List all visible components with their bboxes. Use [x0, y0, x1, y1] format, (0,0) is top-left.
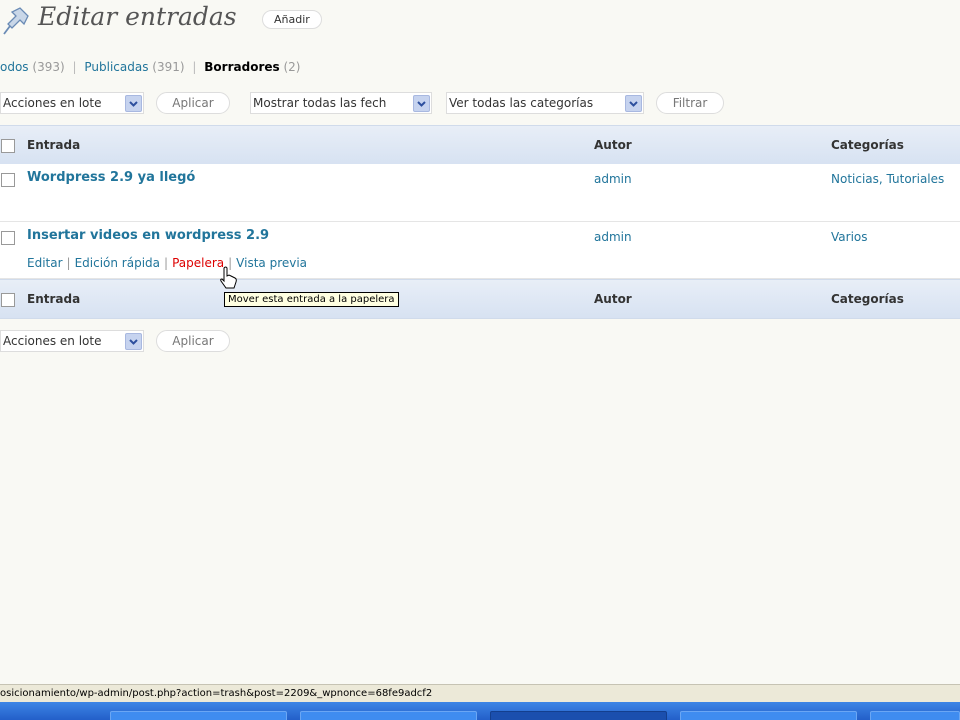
separator: |	[72, 60, 77, 74]
filter-all-link[interactable]: odos	[0, 60, 29, 74]
author-link[interactable]: admin	[594, 172, 632, 186]
table-row: Insertar videos en wordpress 2.9 admin V…	[0, 222, 960, 279]
date-filter-value: Mostrar todas las fech	[253, 96, 387, 110]
trash-link[interactable]: Papelera	[172, 256, 224, 270]
taskbar-button[interactable]	[680, 711, 857, 720]
preview-link[interactable]: Vista previa	[236, 256, 307, 270]
post-title-link[interactable]: Insertar videos en wordpress 2.9	[27, 228, 269, 243]
row-checkbox[interactable]	[1, 231, 15, 245]
pushpin-icon	[3, 7, 29, 35]
column-footer-author: Autor	[594, 292, 632, 306]
categories-link[interactable]: Varios	[831, 230, 868, 244]
separator: |	[164, 256, 169, 270]
category-filter-value: Ver todas las categorías	[449, 96, 594, 110]
bottom-tablenav: Acciones en lote Aplicar	[0, 330, 300, 352]
bulk-actions-value: Acciones en lote	[3, 334, 102, 348]
page-title: Editar entradas	[38, 2, 237, 31]
taskbar-button-active[interactable]	[490, 711, 667, 720]
quick-edit-link[interactable]: Edición rápida	[75, 256, 160, 270]
table-row: Wordpress 2.9 ya llegó admin Noticias, T…	[0, 164, 960, 222]
status-url: osicionamiento/wp-admin/post.php?action=…	[0, 688, 433, 699]
column-header-title[interactable]: Entrada	[27, 138, 80, 152]
filter-published-link[interactable]: Publicadas	[84, 60, 148, 74]
add-new-button[interactable]: Añadir	[262, 10, 322, 29]
category-filter-select[interactable]: Ver todas las categorías	[446, 92, 644, 114]
table-header: Entrada Autor Categorías	[0, 125, 960, 165]
filter-button[interactable]: Filtrar	[656, 92, 724, 114]
date-filter-select[interactable]: Mostrar todas las fech	[250, 92, 432, 114]
separator: |	[192, 60, 197, 74]
filter-drafts-count: (2)	[283, 60, 301, 74]
row-actions: Editar | Edición rápida | Papelera | Vista pre…	[27, 256, 307, 270]
hand-cursor-icon	[220, 266, 237, 289]
column-footer-title[interactable]: Entrada	[27, 292, 80, 306]
status-filter-links: odos (393) | Publicadas (391) | Borrador…	[0, 60, 300, 74]
taskbar-button[interactable]	[870, 711, 960, 720]
filter-drafts-link[interactable]: Borradores	[204, 60, 279, 74]
browser-status-bar: osicionamiento/wp-admin/post.php?action=…	[0, 684, 960, 703]
author-link[interactable]: admin	[594, 230, 632, 244]
bulk-actions-value: Acciones en lote	[3, 96, 102, 110]
apply-button[interactable]: Aplicar	[156, 92, 230, 114]
taskbar-button[interactable]	[300, 711, 477, 720]
filter-all-count: (393)	[32, 60, 65, 74]
select-all-checkbox[interactable]	[1, 139, 15, 153]
chevron-down-icon[interactable]	[625, 95, 642, 112]
apply-button-bottom[interactable]: Aplicar	[156, 330, 230, 352]
windows-taskbar	[0, 702, 960, 720]
post-title-link[interactable]: Wordpress 2.9 ya llegó	[27, 170, 195, 185]
column-footer-categories: Categorías	[831, 292, 904, 306]
column-header-categories: Categorías	[831, 138, 904, 152]
separator: |	[66, 256, 71, 270]
categories-link[interactable]: Noticias, Tutoriales	[831, 172, 944, 186]
select-all-checkbox[interactable]	[1, 293, 15, 307]
bulk-actions-select[interactable]: Acciones en lote	[0, 92, 144, 114]
row-checkbox[interactable]	[1, 173, 15, 187]
wp-admin-page: Editar entradas Añadir odos (393) | Publ…	[0, 0, 960, 720]
top-tablenav: Acciones en lote Aplicar Mostrar todas l…	[0, 92, 960, 114]
bulk-actions-select-bottom[interactable]: Acciones en lote	[0, 330, 144, 352]
filter-published-count: (391)	[152, 60, 185, 74]
edit-link[interactable]: Editar	[27, 256, 63, 270]
chevron-down-icon[interactable]	[125, 333, 142, 350]
taskbar-button[interactable]	[110, 711, 287, 720]
chevron-down-icon[interactable]	[413, 95, 430, 112]
table-footer: Entrada Autor Categorías	[0, 279, 960, 319]
trash-tooltip: Mover esta entrada a la papelera	[224, 292, 399, 307]
page-header: Editar entradas Añadir	[0, 0, 960, 44]
chevron-down-icon[interactable]	[125, 95, 142, 112]
column-header-author: Autor	[594, 138, 632, 152]
